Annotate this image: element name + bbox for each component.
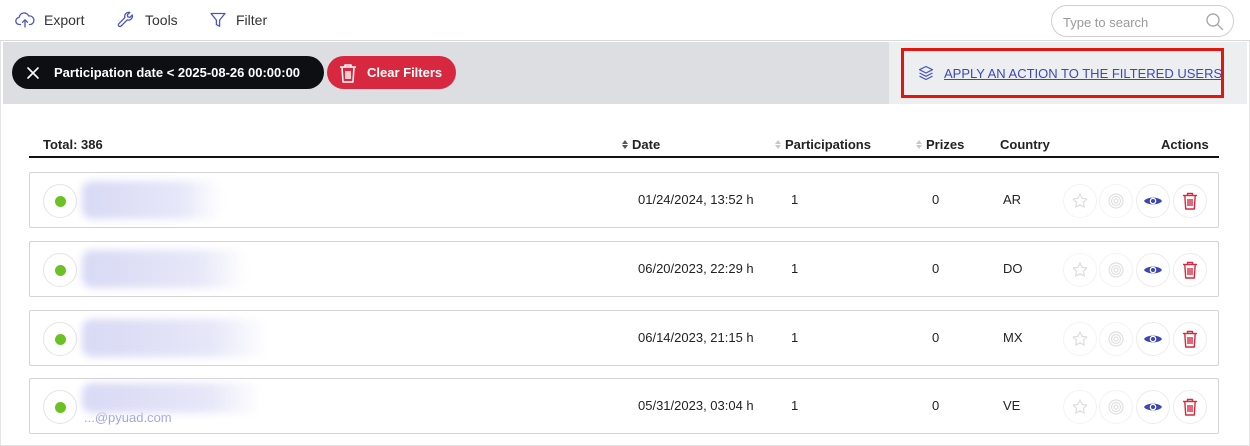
cloud-upload-icon xyxy=(15,12,35,28)
export-button[interactable]: Export xyxy=(15,10,84,30)
star-icon xyxy=(1072,399,1088,414)
row-date: 06/20/2023, 22:29 h xyxy=(638,261,754,276)
table-row[interactable]: 06/20/2023, 22:29 h 1 0 DO xyxy=(29,241,1219,297)
target-button[interactable] xyxy=(1099,322,1133,356)
search-box xyxy=(1051,5,1234,37)
filter-button[interactable]: Filter xyxy=(209,10,267,30)
status-indicator xyxy=(43,390,77,424)
row-participations: 1 xyxy=(791,261,799,276)
target-button[interactable] xyxy=(1099,184,1133,218)
apply-action-label: APPLY AN ACTION TO THE FILTERED USERS xyxy=(944,65,1223,81)
status-indicator xyxy=(43,322,77,356)
filter-label: Filter xyxy=(236,12,268,28)
clear-filters-button[interactable]: Clear Filters xyxy=(327,56,456,89)
wrench-icon xyxy=(117,11,134,28)
star-button[interactable] xyxy=(1063,322,1097,356)
view-button[interactable] xyxy=(1136,390,1170,424)
table-row[interactable]: ...@pyuad.com 05/31/2023, 03:04 h 1 0 VE xyxy=(29,378,1219,434)
trash-icon xyxy=(340,63,356,83)
star-button[interactable] xyxy=(1063,390,1097,424)
trash-icon xyxy=(1183,192,1197,210)
delete-button[interactable] xyxy=(1173,184,1207,218)
row-participations: 1 xyxy=(791,330,799,345)
row-prizes: 0 xyxy=(932,330,940,345)
row-date: 06/14/2023, 21:15 h xyxy=(638,330,754,345)
row-prizes: 0 xyxy=(932,192,940,207)
view-button[interactable] xyxy=(1136,253,1170,287)
delete-button[interactable] xyxy=(1173,322,1207,356)
tools-button[interactable]: Tools xyxy=(116,10,178,30)
eye-icon xyxy=(1144,335,1162,343)
star-icon xyxy=(1072,193,1088,208)
column-country: Country xyxy=(1000,137,1050,152)
column-participations[interactable]: Participations xyxy=(775,137,871,152)
total-count: Total: 386 xyxy=(43,137,103,152)
redacted-user xyxy=(82,319,267,357)
eye-icon xyxy=(1144,266,1162,274)
row-prizes: 0 xyxy=(932,261,940,276)
star-icon xyxy=(1072,331,1088,346)
table-header: Total: 386 Date Participations Prizes Co… xyxy=(29,134,1219,158)
row-date: 01/24/2024, 13:52 h xyxy=(638,192,754,207)
tools-label: Tools xyxy=(145,12,178,28)
active-filter-chip[interactable]: Participation date < 2025-08-26 00:00:00 xyxy=(12,56,324,89)
view-button[interactable] xyxy=(1136,184,1170,218)
target-button[interactable] xyxy=(1099,253,1133,287)
star-button[interactable] xyxy=(1063,184,1097,218)
table-row[interactable]: 06/14/2023, 21:15 h 1 0 MX xyxy=(29,310,1219,366)
row-date: 05/31/2023, 03:04 h xyxy=(638,398,754,413)
toolbar: Export Tools Filter xyxy=(0,0,1250,41)
target-icon xyxy=(1108,399,1124,415)
sort-icon xyxy=(916,140,922,149)
star-button[interactable] xyxy=(1063,253,1097,287)
redacted-user xyxy=(82,181,222,219)
target-icon xyxy=(1108,193,1124,209)
magnifier-icon[interactable] xyxy=(1205,12,1224,31)
row-prizes: 0 xyxy=(932,398,940,413)
view-button[interactable] xyxy=(1136,322,1170,356)
row-participations: 1 xyxy=(791,192,799,207)
row-country: DO xyxy=(1003,261,1023,276)
delete-button[interactable] xyxy=(1173,253,1207,287)
column-actions: Actions xyxy=(1161,137,1209,152)
row-country: MX xyxy=(1003,330,1023,345)
target-button[interactable] xyxy=(1099,390,1133,424)
layers-icon xyxy=(918,65,934,81)
delete-button[interactable] xyxy=(1173,390,1207,424)
trash-icon xyxy=(1183,261,1197,279)
row-participations: 1 xyxy=(791,398,799,413)
eye-icon xyxy=(1144,197,1162,205)
column-date[interactable]: Date xyxy=(622,137,660,152)
row-country: VE xyxy=(1003,398,1021,413)
status-indicator xyxy=(43,184,77,218)
redacted-user xyxy=(82,250,247,288)
close-icon[interactable] xyxy=(26,66,40,80)
funnel-icon xyxy=(210,12,226,27)
row-country: AR xyxy=(1003,192,1022,207)
target-icon xyxy=(1108,331,1124,347)
column-prizes[interactable]: Prizes xyxy=(916,137,964,152)
eye-icon xyxy=(1144,403,1162,411)
clear-filters-label: Clear Filters xyxy=(367,65,443,80)
export-label: Export xyxy=(44,12,85,28)
apply-action-link[interactable]: APPLY AN ACTION TO THE FILTERED USERS xyxy=(918,63,1222,83)
table-row[interactable]: 01/24/2024, 13:52 h 1 0 AR xyxy=(29,172,1219,228)
active-filter-label: Participation date < 2025-08-26 00:00:00 xyxy=(54,65,301,80)
redacted-user xyxy=(82,383,262,413)
star-icon xyxy=(1072,262,1088,277)
sort-icon xyxy=(622,140,628,149)
trash-icon xyxy=(1183,398,1197,416)
target-icon xyxy=(1108,262,1124,278)
trash-icon xyxy=(1183,330,1197,348)
status-indicator xyxy=(43,253,77,287)
sort-icon xyxy=(775,140,781,149)
search-input[interactable] xyxy=(1063,12,1203,32)
